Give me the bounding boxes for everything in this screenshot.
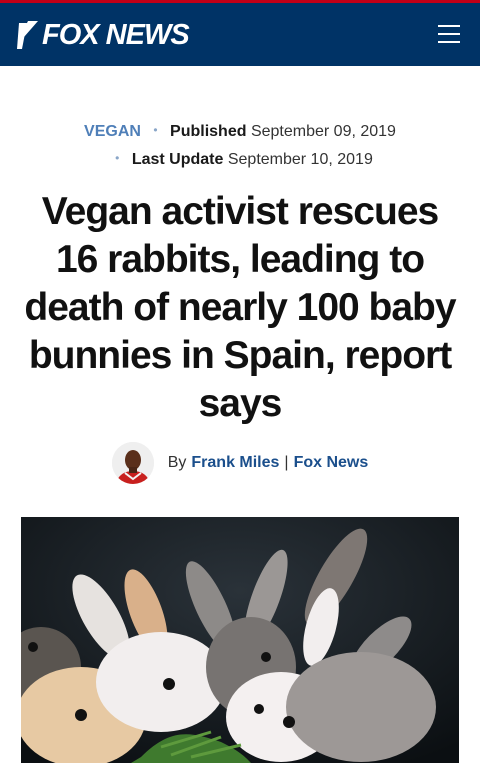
author-avatar[interactable] xyxy=(111,442,154,484)
article-headline: Vegan activist rescues 16 rabbits, leadi… xyxy=(24,190,456,425)
updated-date: September 10, 2019 xyxy=(227,151,373,168)
meta-dot: • xyxy=(153,123,158,137)
category-link[interactable]: VEGAN xyxy=(84,123,141,140)
fox-news-logo[interactable]: FOX NEWS xyxy=(16,17,190,53)
published-date: September 09, 2019 xyxy=(250,123,396,140)
byline-separator: | xyxy=(284,454,289,471)
site-header: FOX NEWS xyxy=(0,3,480,66)
published-label: Published xyxy=(170,123,247,140)
byline-prefix: By xyxy=(167,454,187,471)
brand-name: FOX NEWS xyxy=(42,18,190,51)
outlet-link[interactable]: Fox News xyxy=(294,454,369,472)
fox-slash-logo-icon xyxy=(17,21,38,49)
author-link[interactable]: Frank Miles xyxy=(191,454,279,472)
article-meta: VEGAN • Published September 09, 2019 • L… xyxy=(0,118,480,174)
meta-dot: • xyxy=(115,151,120,165)
hamburger-menu-icon[interactable] xyxy=(438,23,460,45)
byline: By Frank Miles | Fox News xyxy=(0,442,480,484)
hero-image-rabbits[interactable] xyxy=(21,517,459,763)
updated-label: Last Update xyxy=(131,151,224,168)
